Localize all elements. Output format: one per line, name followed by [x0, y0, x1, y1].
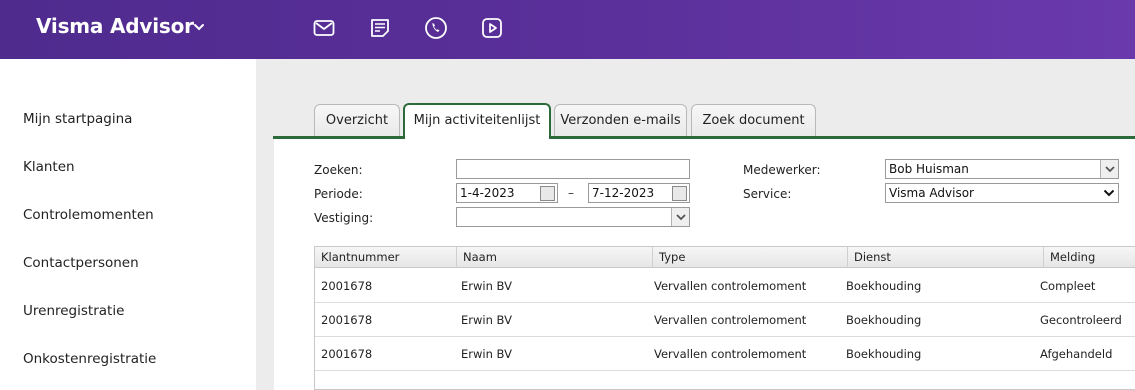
sidebar-item-controlemomenten[interactable]: Controlemomenten — [23, 207, 154, 223]
vestiging-select[interactable] — [456, 207, 690, 227]
cell-naam: Erwin BV — [461, 313, 512, 327]
chevron-down-icon[interactable] — [671, 208, 689, 226]
sidebar-item-mijn-startpagina[interactable]: Mijn startpagina — [23, 111, 132, 127]
app-title[interactable]: Visma Advisor — [36, 14, 194, 38]
activity-table: Klantnummer Naam Type Dienst Melding 200… — [314, 246, 1135, 390]
calendar-icon[interactable] — [672, 186, 687, 201]
cell-type: Vervallen controlemoment — [654, 347, 807, 361]
tab-verzonden-emails[interactable]: Verzonden e-mails — [554, 104, 687, 137]
tab-mijn-activiteitenlijst[interactable]: Mijn activiteitenlijst — [403, 103, 551, 139]
cell-melding: Compleet — [1040, 279, 1096, 293]
medewerker-label: Medewerker: — [743, 163, 821, 177]
mail-icon[interactable] — [312, 16, 336, 40]
cell-klantnummer: 2001678 — [321, 279, 373, 293]
cell-klantnummer: 2001678 — [321, 347, 373, 361]
service-value: Visma Advisor — [889, 186, 974, 200]
cell-dienst: Boekhouding — [846, 347, 922, 361]
sidebar — [0, 59, 256, 390]
column-header-dienst[interactable]: Dienst — [847, 247, 1043, 268]
column-header-type[interactable]: Type — [652, 247, 847, 268]
sidebar-item-onkostenregistratie[interactable]: Onkostenregistratie — [23, 351, 156, 367]
top-bar: Visma Advisor — [0, 0, 1135, 59]
periode-to-value: 7-12-2023 — [592, 186, 655, 200]
service-select[interactable]: Visma Advisor — [885, 183, 1119, 203]
service-label: Service: — [743, 187, 792, 201]
cell-type: Vervallen controlemoment — [654, 313, 807, 327]
chevron-down-icon[interactable] — [1100, 184, 1118, 202]
column-header-melding[interactable]: Melding — [1043, 247, 1135, 268]
table-row[interactable]: 2001678 Erwin BV Vervallen controlemomen… — [315, 269, 1135, 303]
periode-from-value: 1-4-2023 — [460, 186, 515, 200]
tab-zoek-document[interactable]: Zoek document — [691, 104, 816, 137]
table-header: Klantnummer Naam Type Dienst Melding — [315, 247, 1135, 268]
periode-from-input[interactable]: 1-4-2023 — [456, 183, 558, 203]
sidebar-item-contactpersonen[interactable]: Contactpersonen — [23, 255, 139, 271]
sidebar-item-urenregistratie[interactable]: Urenregistratie — [23, 303, 124, 319]
video-icon[interactable] — [480, 16, 504, 40]
cell-dienst: Boekhouding — [846, 279, 922, 293]
column-header-naam[interactable]: Naam — [456, 247, 652, 268]
chevron-down-icon[interactable] — [193, 21, 205, 33]
tab-overzicht[interactable]: Overzicht — [314, 104, 400, 137]
column-header-klantnummer[interactable]: Klantnummer — [315, 247, 456, 268]
medewerker-select[interactable]: Bob Huisman — [885, 159, 1119, 179]
cell-melding: Gecontroleerd — [1040, 313, 1122, 327]
cell-naam: Erwin BV — [461, 347, 512, 361]
phone-icon[interactable] — [424, 16, 448, 40]
chevron-down-icon[interactable] — [1100, 160, 1118, 178]
sidebar-item-klanten[interactable]: Klanten — [23, 159, 75, 175]
zoeken-label: Zoeken: — [314, 163, 363, 177]
periode-to-input[interactable]: 7-12-2023 — [588, 183, 690, 203]
cell-melding: Afgehandeld — [1040, 347, 1113, 361]
cell-type: Vervallen controlemoment — [654, 279, 807, 293]
cell-naam: Erwin BV — [461, 279, 512, 293]
table-row[interactable]: 2001678 Erwin BV Vervallen controlemomen… — [315, 337, 1135, 371]
search-input[interactable] — [456, 159, 690, 179]
cell-klantnummer: 2001678 — [321, 313, 373, 327]
vestiging-label: Vestiging: — [314, 211, 374, 225]
table-row[interactable]: 2001678 Erwin BV Vervallen controlemomen… — [315, 303, 1135, 337]
periode-separator: – — [568, 186, 574, 200]
periode-label: Periode: — [314, 187, 363, 201]
cell-dienst: Boekhouding — [846, 313, 922, 327]
calendar-icon[interactable] — [540, 186, 555, 201]
medewerker-value: Bob Huisman — [889, 162, 969, 176]
notes-icon[interactable] — [368, 16, 392, 40]
